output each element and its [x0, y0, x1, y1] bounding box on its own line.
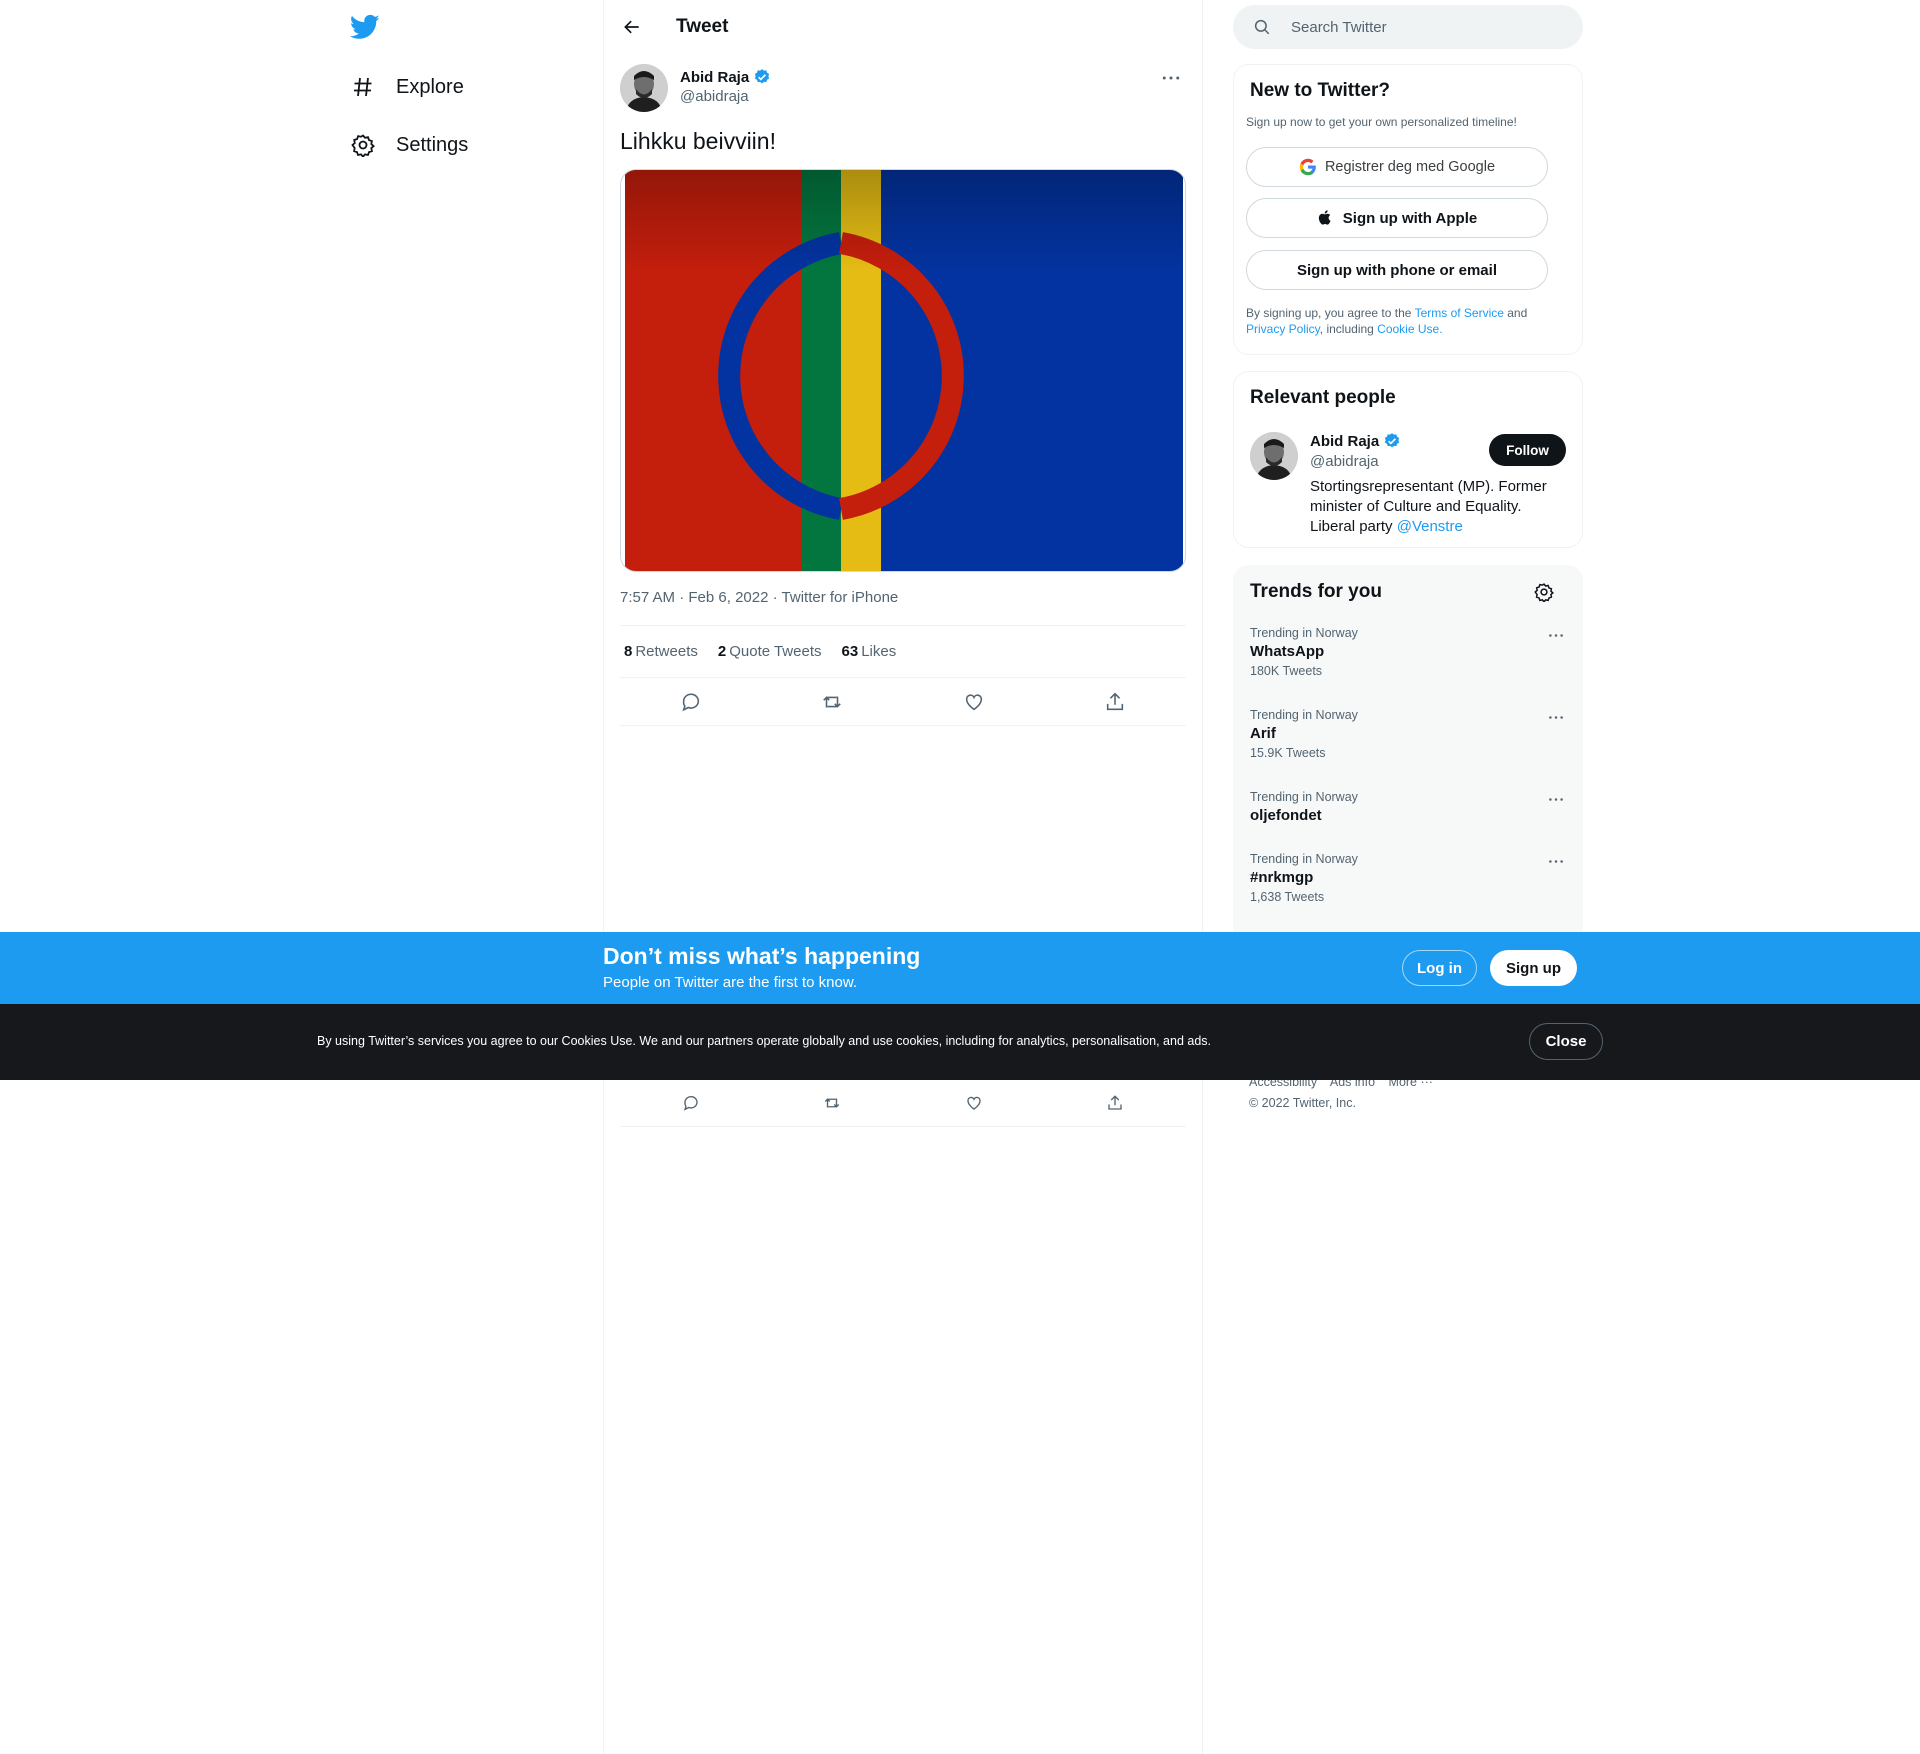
- page-title: Tweet: [676, 16, 729, 37]
- verified-badge-icon: [1383, 432, 1401, 450]
- signup-banner: Don’t miss what’s happening People on Tw…: [0, 932, 1920, 1004]
- google-signup-button[interactable]: Registrer deg med Google: [1246, 147, 1548, 187]
- more-options-button[interactable]: [1156, 66, 1186, 90]
- venstre-mention-link[interactable]: @Venstre: [1397, 518, 1463, 535]
- retweet-button[interactable]: [815, 685, 849, 719]
- like-button[interactable]: [957, 1086, 991, 1120]
- tweet-media-sami-flag[interactable]: [620, 169, 1186, 572]
- person-handle: @abidraja: [1310, 453, 1379, 470]
- privacy-policy-link[interactable]: Privacy Policy: [1246, 322, 1320, 336]
- retweet-button[interactable]: [815, 1086, 849, 1120]
- trend-item[interactable]: Trending in Norway #nrkmgp 1,638 Tweets: [1250, 852, 1570, 904]
- trend-more-button[interactable]: [1542, 626, 1570, 644]
- author-handle: @abidraja: [680, 88, 749, 105]
- share-icon: [1108, 1095, 1122, 1110]
- verified-badge-icon: [753, 68, 771, 86]
- more-dots-icon: [1549, 633, 1563, 637]
- tweet-source[interactable]: Twitter for iPhone: [782, 589, 899, 606]
- avatar[interactable]: [620, 64, 668, 112]
- cookie-use-link[interactable]: Cookie Use.: [1377, 322, 1442, 336]
- apple-signup-button[interactable]: Sign up with Apple: [1246, 198, 1548, 238]
- person-name[interactable]: Abid Raja: [1310, 432, 1401, 450]
- quote-tweets-stat[interactable]: 2 Quote Tweets: [718, 643, 822, 660]
- trend-more-button[interactable]: [1542, 852, 1570, 870]
- more-dots-icon: [1162, 76, 1180, 80]
- tweet-stats: 8 Retweets 2 Quote Tweets 63 Likes: [620, 625, 1186, 678]
- google-logo-icon: [1299, 158, 1317, 176]
- follow-button[interactable]: Follow: [1489, 434, 1566, 466]
- banner-subtitle: People on Twitter are the first to know.: [603, 974, 858, 991]
- trend-item[interactable]: Trending in Norway WhatsApp 180K Tweets: [1250, 626, 1570, 678]
- trend-more-button[interactable]: [1542, 790, 1570, 808]
- tweet-text: Lihkku beivviin!: [620, 128, 776, 154]
- copyright: © 2022 Twitter, Inc.: [1249, 1096, 1356, 1110]
- left-navigation: Explore Settings: [340, 0, 600, 1754]
- relevant-people-card: Relevant people Abid Raja @abidraja Stor…: [1233, 371, 1583, 548]
- trends-settings-button[interactable]: [1534, 582, 1556, 604]
- sign-up-button[interactable]: Sign up: [1490, 950, 1577, 986]
- search-box[interactable]: [1233, 5, 1583, 49]
- twitter-logo-icon[interactable]: [349, 12, 382, 42]
- reply-tweet-actions: [620, 1080, 1186, 1127]
- close-cookie-button[interactable]: Close: [1529, 1023, 1603, 1060]
- signup-card-subtitle: Sign up now to get your own personalized…: [1246, 115, 1517, 129]
- more-dots-icon: [1549, 715, 1563, 719]
- search-input[interactable]: [1291, 18, 1561, 36]
- tweet-metadata: 7:57 AM · Feb 6, 2022 · Twitter for iPho…: [620, 589, 899, 606]
- back-button[interactable]: [618, 13, 646, 41]
- trend-item[interactable]: Trending in Norway Arif 15.9K Tweets: [1250, 708, 1570, 760]
- search-icon: [1254, 19, 1270, 35]
- likes-stat[interactable]: 63 Likes: [842, 643, 897, 660]
- phone-email-signup-button[interactable]: Sign up with phone or email: [1246, 250, 1548, 290]
- relevant-people-title: Relevant people: [1250, 387, 1396, 408]
- reply-button[interactable]: [674, 685, 708, 719]
- author-name[interactable]: Abid Raja: [680, 68, 771, 86]
- reply-icon: [683, 1096, 698, 1111]
- retweets-stat[interactable]: 8 Retweets: [624, 643, 698, 660]
- nav-item-settings[interactable]: Settings: [350, 122, 468, 168]
- gear-icon: [350, 132, 376, 158]
- gear-icon: [1534, 583, 1554, 603]
- signup-card: New to Twitter? Sign up now to get your …: [1233, 64, 1583, 355]
- more-dots-icon: [1549, 797, 1563, 801]
- person-bio: Stortingsrepresentant (MP). Former minis…: [1310, 478, 1547, 535]
- trend-more-button[interactable]: [1542, 708, 1570, 726]
- cookie-consent-bar: By using Twitter’s services you agree to…: [0, 1004, 1920, 1080]
- terms-of-service-link[interactable]: Terms of Service: [1415, 306, 1504, 320]
- tweet-time[interactable]: 7:57 AM: [620, 589, 675, 606]
- trends-title: Trends for you: [1250, 581, 1382, 602]
- share-icon: [1107, 692, 1124, 710]
- share-button[interactable]: [1098, 1086, 1132, 1120]
- tweet-date[interactable]: Feb 6, 2022: [688, 589, 768, 606]
- apple-logo-icon: [1317, 209, 1335, 227]
- main-column: Tweet Abid Raja @abidraja Lihkku beivvii…: [603, 0, 1203, 1754]
- heart-icon: [965, 693, 982, 710]
- hashtag-icon: [350, 74, 376, 100]
- log-in-button[interactable]: Log in: [1402, 950, 1477, 986]
- cookie-notice-text: By using Twitter’s services you agree to…: [317, 1034, 1212, 1048]
- trend-item[interactable]: Trending in Norway oljefondet: [1250, 790, 1570, 824]
- nav-item-label: Settings: [396, 133, 469, 156]
- right-sidebar: New to Twitter? Sign up now to get your …: [1233, 0, 1583, 1754]
- share-button[interactable]: [1098, 685, 1132, 719]
- avatar[interactable]: [1250, 432, 1298, 480]
- like-button[interactable]: [957, 685, 991, 719]
- nav-item-label: Explore: [396, 75, 464, 98]
- retweet-icon: [825, 1098, 840, 1108]
- reply-button[interactable]: [674, 1086, 708, 1120]
- signup-card-title: New to Twitter?: [1250, 80, 1391, 101]
- banner-title: Don’t miss what’s happening: [603, 943, 921, 969]
- tweet-actions: [620, 678, 1186, 726]
- trends-card: Trends for you Trending in Norway WhatsA…: [1233, 565, 1583, 985]
- arrow-left-icon: [624, 20, 639, 34]
- more-dots-icon: [1549, 859, 1563, 863]
- tweet-author: Abid Raja @abidraja: [620, 64, 1186, 114]
- signup-legal-text: By signing up, you agree to the Terms of…: [1246, 306, 1528, 336]
- reply-icon: [682, 692, 699, 711]
- heart-icon: [967, 1096, 981, 1110]
- sami-flag-image: [621, 170, 1185, 571]
- nav-item-explore[interactable]: Explore: [350, 64, 464, 110]
- retweet-icon: [823, 695, 842, 708]
